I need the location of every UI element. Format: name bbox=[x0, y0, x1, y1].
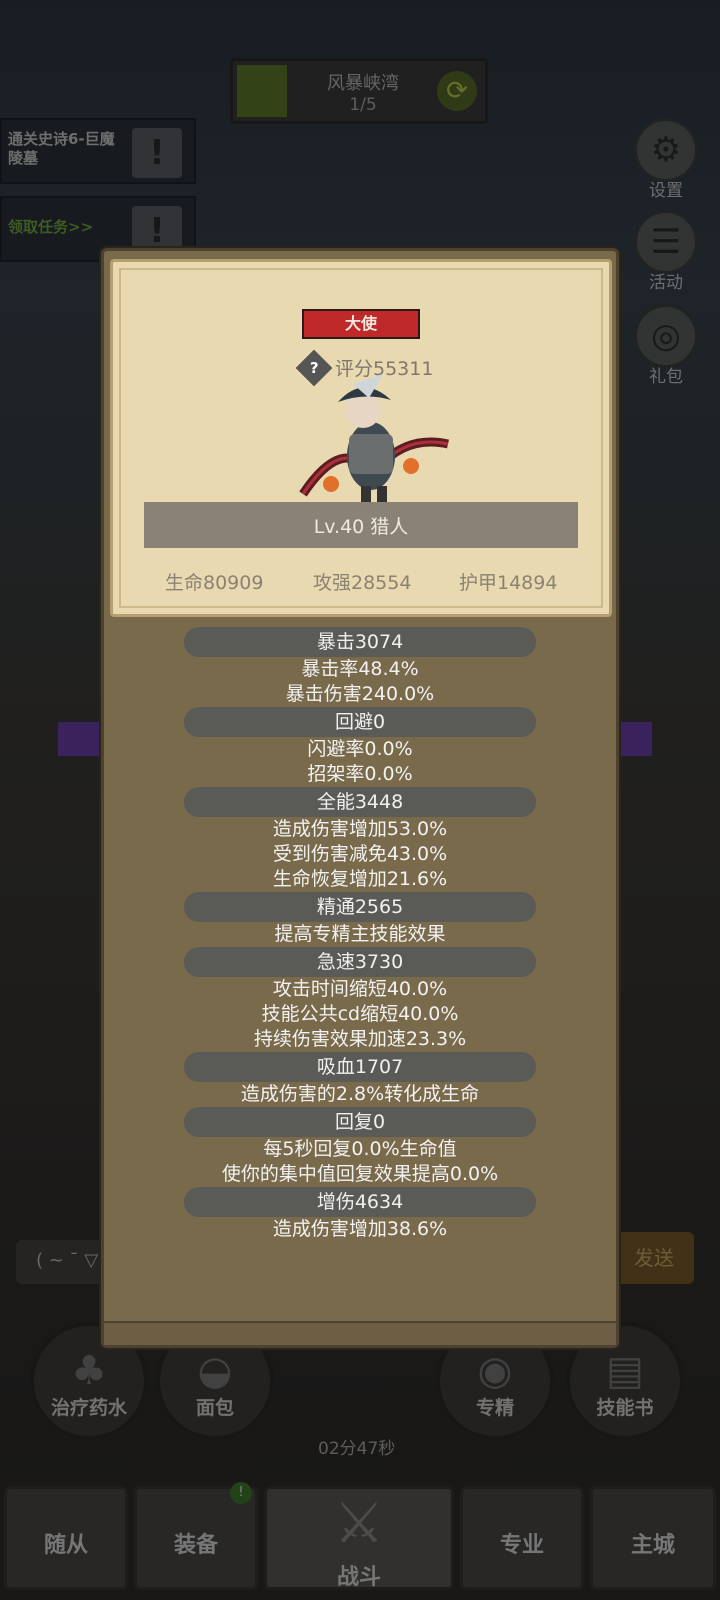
stat-group-title: 精通2565 bbox=[316, 896, 404, 918]
stat-line: 每5秒回复0.0%生命值 bbox=[263, 1138, 457, 1160]
character-name: Lv.40 猎人 bbox=[313, 516, 409, 538]
stat-group-title: 增伤4634 bbox=[316, 1191, 404, 1213]
attack-stat: 攻强28554 bbox=[313, 572, 412, 594]
stat-group-title: 全能3448 bbox=[316, 791, 404, 813]
stat-group-title: 回复0 bbox=[334, 1111, 386, 1133]
secondary-stats-list: 暴击3074 暴击率48.4% 暴击伤害240.0% 回避0 闪避率0.0% 招架率0.0… bbox=[104, 627, 616, 1242]
stat-line: 暴击率48.4% bbox=[301, 658, 419, 680]
character-card: 大使 ? 评分55311 Lv.40 猎人 生命80909 攻强28554 护甲… bbox=[110, 259, 612, 617]
stat-line: 造成伤害的2.8%转化成生命 bbox=[240, 1083, 480, 1105]
stat-group-title: 急速3730 bbox=[316, 951, 404, 973]
panel-footer bbox=[104, 1321, 616, 1345]
stat-group-title: 暴击3074 bbox=[316, 631, 404, 653]
stat-line: 使你的集中值回复效果提高0.0% bbox=[221, 1163, 499, 1185]
stat-group-header: 全能3448 bbox=[184, 787, 536, 817]
stat-line: 闪避率0.0% bbox=[307, 738, 413, 760]
stat-group-header: 回避0 bbox=[184, 707, 536, 737]
stat-line: 造成伤害增加53.0% bbox=[272, 818, 448, 840]
stat-line: 技能公共cd缩短40.0% bbox=[261, 1003, 459, 1025]
stat-group-title: 回避0 bbox=[334, 711, 386, 733]
armor-stat: 护甲14894 bbox=[459, 572, 558, 594]
basic-stats: 生命80909 攻强28554 护甲14894 bbox=[133, 568, 593, 598]
stat-group-header: 回复0 bbox=[184, 1107, 536, 1137]
stat-line: 暴击伤害240.0% bbox=[285, 683, 435, 705]
stat-group-header: 急速3730 bbox=[184, 947, 536, 977]
stat-line: 持续伤害效果加速23.3% bbox=[253, 1028, 467, 1050]
character-stats-panel: 大使 ? 评分55311 Lv.40 猎人 生命80909 攻强28554 护甲… bbox=[101, 248, 619, 1348]
stat-group-header: 增伤4634 bbox=[184, 1187, 536, 1217]
stat-line: 攻击时间缩短40.0% bbox=[272, 978, 448, 1000]
character-name-band: Lv.40 猎人 bbox=[144, 502, 578, 548]
stat-group-header: 精通2565 bbox=[184, 892, 536, 922]
stat-line: 招架率0.0% bbox=[307, 763, 413, 785]
stat-line: 受到伤害减免43.0% bbox=[272, 843, 448, 865]
stat-line: 造成伤害增加38.6% bbox=[272, 1218, 448, 1240]
stat-group-header: 暴击3074 bbox=[184, 627, 536, 657]
stat-group-header: 吸血1707 bbox=[184, 1052, 536, 1082]
rank-badge: 大使 bbox=[302, 309, 420, 339]
hp-stat: 生命80909 bbox=[165, 572, 264, 594]
stat-line: 提高专精主技能效果 bbox=[274, 923, 446, 945]
stat-group-title: 吸血1707 bbox=[316, 1056, 404, 1078]
stat-line: 生命恢复增加21.6% bbox=[272, 868, 448, 890]
